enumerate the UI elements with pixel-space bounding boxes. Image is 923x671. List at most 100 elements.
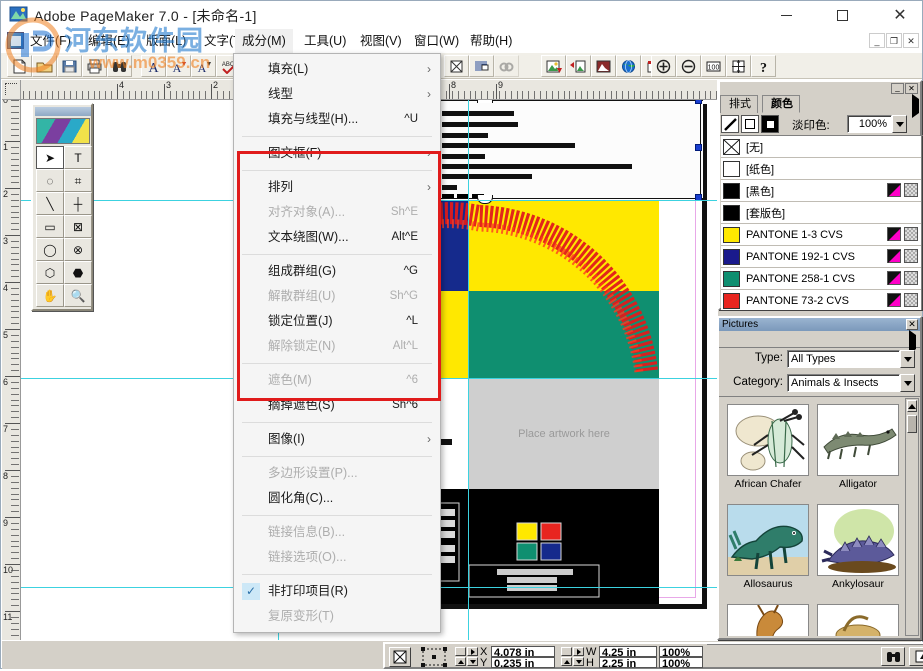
tab-styles[interactable]: 排式 [720, 95, 758, 113]
menu-help[interactable]: 帮助(H) [463, 29, 519, 53]
color-swatch-row[interactable]: [套版色] [721, 202, 921, 224]
column-guide[interactable] [468, 100, 469, 640]
selection-handle[interactable] [695, 100, 702, 104]
frame-box-icon[interactable] [444, 55, 469, 77]
menu-item-26[interactable]: ✓非打印项目(R) [234, 579, 440, 604]
artwork-placeholder-cell[interactable]: Place artwork here [469, 379, 659, 489]
menu-item-4[interactable]: 图文框(F)› [234, 141, 440, 166]
thumbnail-partial-2[interactable] [817, 604, 899, 636]
pictures-panel-titlebar[interactable]: Pictures ✕ [719, 318, 920, 331]
zoom-in-icon[interactable] [651, 55, 676, 77]
w-percent-input[interactable]: 100% [659, 646, 703, 657]
tab-colors[interactable]: 颜色 [762, 95, 800, 113]
color-swatch-row[interactable]: [无] [721, 136, 921, 158]
ellipse-frame-tool[interactable]: ⊗ [64, 238, 92, 261]
w-nudge-left-button[interactable] [561, 647, 572, 656]
polygon-frame-tool[interactable]: ⬣ [64, 261, 92, 284]
list-item[interactable]: Allosaurus [727, 504, 809, 590]
menu-item-0[interactable]: 填充(L)› [234, 57, 440, 82]
save-disk-icon[interactable] [57, 55, 82, 77]
crop-tool[interactable]: ⌗ [64, 169, 92, 192]
fill-color-icon[interactable] [741, 115, 759, 133]
proxy-reference-point[interactable] [419, 646, 449, 668]
category-dropdown-button[interactable] [900, 374, 915, 392]
panel-menu-arrow-icon[interactable] [912, 99, 919, 113]
find-binoculars-icon[interactable] [107, 55, 132, 77]
text-wrap-icon[interactable] [469, 55, 494, 77]
tint-dropdown-button[interactable] [892, 115, 907, 133]
list-item[interactable]: Ankylosaur [817, 504, 899, 590]
color-swatch-row[interactable]: [黑色] [721, 180, 921, 202]
menu-item-21[interactable]: 圆化角(C)... [234, 486, 440, 511]
h-percent-input[interactable]: 100% [659, 657, 703, 668]
mdi-close-button[interactable]: ✕ [903, 33, 919, 48]
menu-item-6[interactable]: 排列› [234, 175, 440, 200]
text-decrease-a-icon[interactable]: A [191, 55, 216, 77]
menu-file[interactable]: 文件(F) [23, 29, 78, 53]
constrained-line-tool[interactable]: ┼ [64, 192, 92, 215]
color-swatch-row[interactable]: PANTONE 73-2 CVS [721, 290, 921, 310]
image-control-icon[interactable] [591, 55, 616, 77]
text-increase-a-icon[interactable]: A [166, 55, 191, 77]
type-dropdown-button[interactable] [900, 350, 915, 368]
scroll-up-button[interactable] [907, 400, 917, 412]
selection-handle[interactable] [695, 144, 702, 151]
menu-layout[interactable]: 版面(L) [139, 29, 193, 53]
document-icon[interactable] [7, 32, 24, 49]
ruler-origin-handle[interactable] [2, 80, 21, 100]
rectangle-frame-tool[interactable]: ⊠ [64, 215, 92, 238]
window-maximize-button[interactable] [819, 1, 865, 29]
h-nudge-up-button[interactable] [561, 657, 572, 666]
menu-item-10[interactable]: 组成群组(G)^G [234, 259, 440, 284]
menu-item-1[interactable]: 线型› [234, 82, 440, 107]
actual-size-100-icon[interactable]: 100 [701, 55, 726, 77]
colors-panel-minimize[interactable]: _ [891, 83, 904, 94]
both-color-icon[interactable] [761, 115, 779, 133]
rectangle-tool[interactable]: ▭ [36, 215, 64, 238]
y-nudge-down-button[interactable] [467, 657, 478, 666]
color-swatch-row[interactable]: PANTONE 1-3 CVS [721, 224, 921, 246]
list-item[interactable] [727, 604, 809, 636]
type-select[interactable]: All Types [787, 350, 900, 368]
text-tool[interactable]: T [64, 146, 92, 169]
hand-tool[interactable]: ✋ [36, 284, 64, 307]
line-tool[interactable]: ╲ [36, 192, 64, 215]
scroll-thumb[interactable] [907, 415, 917, 433]
window-close-button[interactable]: ✕ [877, 1, 923, 29]
mdi-minimize-button[interactable]: _ [869, 33, 885, 48]
tint-value-input[interactable]: 100% [847, 115, 892, 133]
w-nudge-right-button[interactable] [573, 647, 584, 656]
pictures-scrollbar[interactable] [905, 398, 919, 636]
list-item[interactable]: African Chafer [727, 404, 809, 490]
color-swatch-row[interactable]: PANTONE 258-1 CVS [721, 268, 921, 290]
pictures-panel[interactable]: Pictures ✕ Type: All Types Category: Ani… [717, 316, 922, 640]
thumbnail-allosaurus[interactable] [727, 504, 809, 576]
zoom-tool[interactable]: 🔍 [64, 284, 92, 307]
tool-palette[interactable]: ➤T◌⌗╲┼▭⊠◯⊗⬡⬣✋🔍 [31, 103, 93, 311]
pictures-menu-arrow-icon[interactable] [909, 335, 916, 349]
link-chain-icon[interactable] [494, 55, 519, 77]
stroke-color-icon[interactable] [721, 115, 739, 133]
globe-web-icon[interactable] [616, 55, 641, 77]
x-value-input[interactable]: 4.078 in [491, 646, 555, 657]
text-flow-handle-top[interactable] [477, 100, 493, 103]
color-swatch-row[interactable]: PANTONE 192-1 CVS [721, 246, 921, 268]
menu-item-12[interactable]: 锁定位置(J)^L [234, 309, 440, 334]
mdi-restore-button[interactable]: ❐ [886, 33, 902, 48]
menu-window[interactable]: 窗口(W) [407, 29, 466, 53]
fit-window-icon[interactable] [726, 55, 751, 77]
zoom-out-icon[interactable] [676, 55, 701, 77]
category-select[interactable]: Animals & Insects [787, 374, 900, 392]
h-value-input[interactable]: 2.25 in [599, 657, 657, 668]
list-item[interactable] [817, 604, 899, 636]
color-swatch-list[interactable]: [无][纸色][黑色][套版色]PANTONE 1-3 CVSPANTONE 1… [721, 136, 921, 310]
picture-thumbnails[interactable]: African Chafer Alligator [719, 398, 905, 636]
rotate-tool[interactable]: ◌ [36, 169, 64, 192]
menu-item-16[interactable]: 摘掉遮色(S)Sh^6 [234, 393, 440, 418]
export-image-icon[interactable] [566, 55, 591, 77]
menu-item-2[interactable]: 填充与线型(H)...^U [234, 107, 440, 132]
colors-panel[interactable]: _ ✕ 排式 颜色 淡印色: 100% [718, 80, 922, 310]
list-item[interactable]: Alligator [817, 404, 899, 490]
h-nudge-down-button[interactable] [573, 657, 584, 666]
place-image-icon[interactable] [541, 55, 566, 77]
